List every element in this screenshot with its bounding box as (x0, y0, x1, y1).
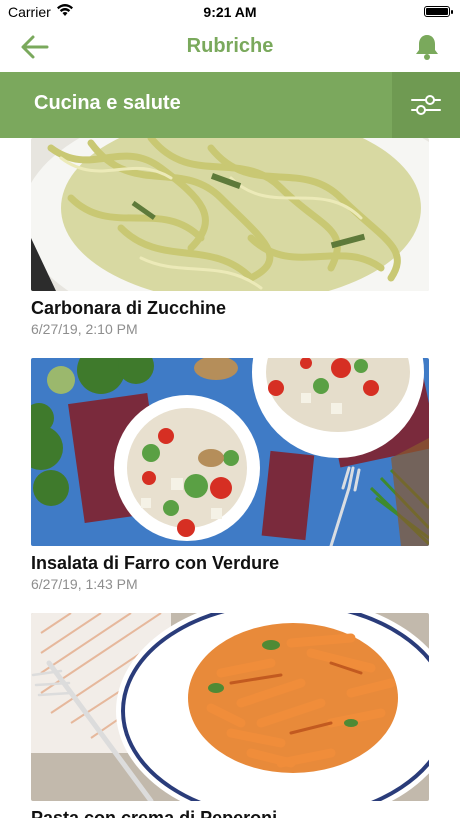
article-title: Insalata di Farro con Verdure (31, 553, 280, 573)
navigation-bar: Rubriche (0, 24, 460, 70)
sliders-icon (411, 95, 441, 115)
article-date: 6/27/19, 1:43 PM (31, 576, 138, 592)
battery-icon (424, 6, 453, 17)
article-list[interactable]: Carbonara di Zucchine 6/27/19, 2:10 PM I… (0, 138, 460, 818)
article-title: Pasta con crema di Peperoni (31, 808, 278, 818)
filter-button[interactable] (392, 72, 460, 138)
article-card[interactable]: Insalata di Farro con Verdure 6/27/19, 1… (31, 358, 429, 592)
article-image (31, 358, 429, 546)
article-title: Carbonara di Zucchine (31, 298, 227, 318)
status-bar: Carrier 9:21 AM (0, 0, 460, 24)
article-image (31, 138, 429, 291)
article-date: 6/27/19, 2:10 PM (31, 321, 138, 337)
article-image (31, 613, 429, 801)
clock: 9:21 AM (203, 4, 257, 20)
article-card[interactable]: Carbonara di Zucchine 6/27/19, 2:10 PM (31, 138, 429, 337)
bell-icon[interactable] (414, 33, 440, 61)
section-title: Cucina e salute (34, 92, 181, 114)
section-header: Cucina e salute (0, 72, 460, 138)
article-card[interactable]: Pasta con crema di Peperoni (31, 613, 429, 818)
page-title: Rubriche (186, 35, 274, 57)
